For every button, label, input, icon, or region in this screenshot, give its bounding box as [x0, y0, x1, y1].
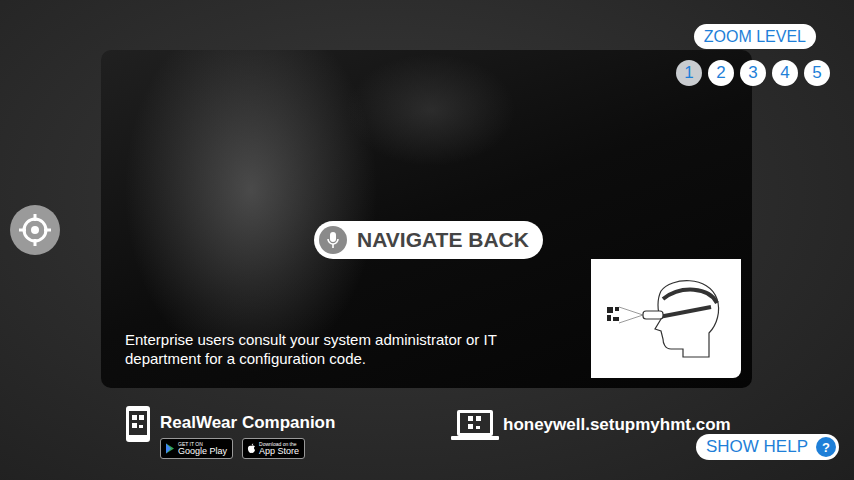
microphone-icon — [319, 226, 347, 254]
config-message: Enterprise users consult your system adm… — [125, 330, 535, 378]
headset-scan-illustration — [591, 259, 741, 378]
companion-title: RealWear Companion — [160, 413, 335, 433]
crosshair-button[interactable] — [10, 205, 60, 255]
scanner-card: NAVIGATE BACK Enterprise users consult y… — [101, 50, 752, 388]
laptop-qr-icon — [451, 409, 499, 441]
help-icon: ? — [816, 437, 836, 457]
setup-screen: ZOOM LEVEL 12345 NAVIGATE BACK Enterpris… — [0, 0, 854, 480]
apple-icon — [247, 443, 256, 454]
zoom-levels: 12345 — [676, 60, 830, 86]
zoom-level-label: ZOOM LEVEL — [694, 24, 816, 49]
zoom-level-button[interactable]: 3 — [740, 60, 766, 86]
store-badge[interactable]: Download on the App Store — [242, 438, 305, 459]
zoom-control: ZOOM LEVEL 12345 — [676, 24, 830, 86]
navigate-back-button[interactable]: NAVIGATE BACK — [314, 221, 543, 259]
companion-app: RealWear Companion GET IT ON Google Play… — [125, 405, 451, 459]
google-play-icon — [165, 443, 175, 454]
zoom-level-button[interactable]: 5 — [804, 60, 830, 86]
zoom-level-button[interactable]: 4 — [772, 60, 798, 86]
headset-head-icon — [591, 259, 741, 378]
zoom-level-button[interactable]: 2 — [708, 60, 734, 86]
store-badge[interactable]: GET IT ON Google Play — [160, 438, 233, 459]
setup-website: honeywell.setupmyhmt.com — [451, 405, 731, 441]
zoom-level-button[interactable]: 1 — [676, 60, 702, 86]
show-help-button[interactable]: SHOW HELP ? — [696, 434, 839, 460]
setup-url[interactable]: honeywell.setupmyhmt.com — [503, 415, 731, 435]
phone-qr-icon — [125, 405, 151, 443]
crosshair-icon — [17, 212, 53, 248]
